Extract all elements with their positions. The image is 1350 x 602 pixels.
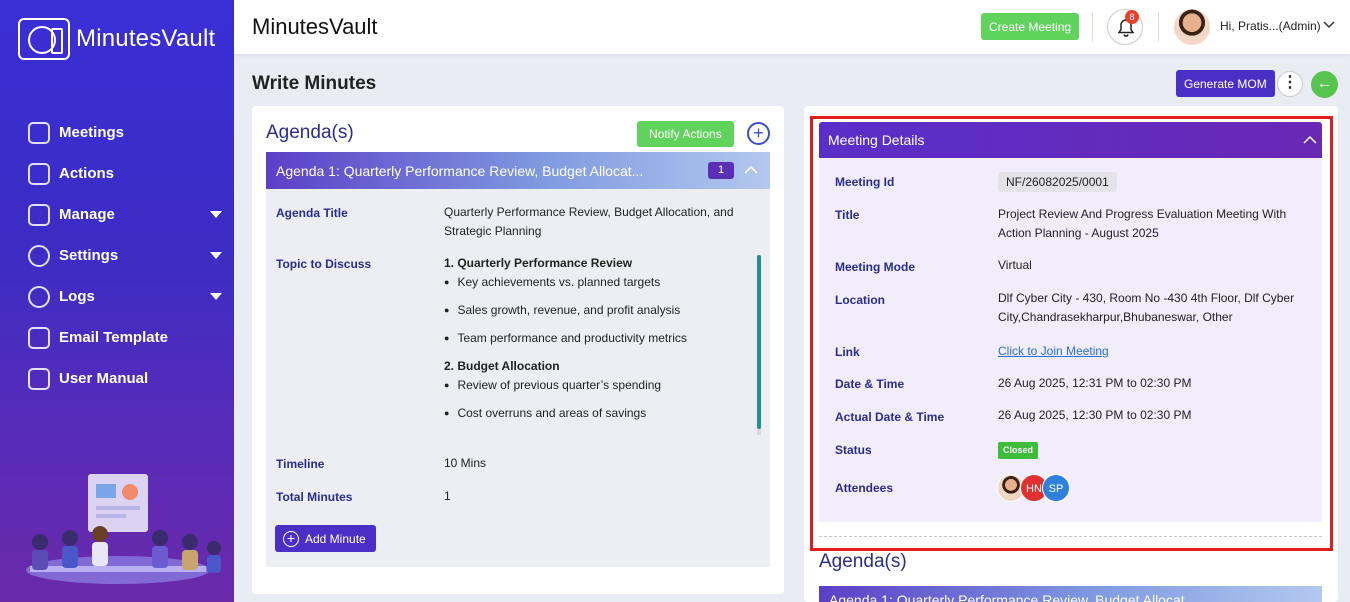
agenda-title-label: Agenda Title: [276, 206, 348, 220]
caret-down-icon: [210, 252, 222, 259]
agenda-count-badge: 1: [708, 162, 734, 179]
brand-name: MinutesVault: [76, 25, 216, 52]
sidebar-item-label: Settings: [59, 247, 119, 264]
list-item: ● Sales growth, revenue, and profit analy…: [444, 303, 681, 317]
total-minutes-label: Total Minutes: [276, 490, 353, 504]
book-icon: [28, 367, 50, 390]
vault-logo-icon: [18, 18, 70, 60]
plus-circle-icon: +: [283, 530, 299, 547]
chevron-down-icon[interactable]: [1322, 18, 1336, 32]
agenda-details: Agenda Title Quarterly Performance Revie…: [266, 189, 770, 567]
sidebar-item-user-manual[interactable]: User Manual: [28, 358, 228, 399]
sidebar: MinutesVault Meetings Actions Manage Set…: [0, 0, 234, 602]
meeting-illustration: [26, 474, 221, 584]
chevron-up-icon[interactable]: [744, 164, 758, 176]
sidebar-item-label: User Manual: [59, 370, 149, 387]
topic-label: Topic to Discuss: [276, 257, 372, 271]
timeline-label: Timeline: [276, 457, 325, 471]
sidebar-item-label: Email Template: [59, 329, 168, 346]
sidebar-item-settings[interactable]: Settings: [28, 235, 228, 276]
sidebar-item-manage[interactable]: Manage: [28, 194, 228, 235]
more-options-icon[interactable]: ⋮: [1277, 71, 1303, 97]
highlight-frame: [810, 116, 1333, 551]
page-title: Write Minutes: [252, 73, 377, 94]
sidebar-item-actions[interactable]: Actions: [28, 153, 228, 194]
list-item: ● Key achievements vs. planned targets: [444, 275, 661, 289]
actions-icon: [28, 162, 50, 185]
caret-down-icon: [210, 293, 222, 300]
app-title: MinutesVault: [252, 14, 378, 39]
agenda-card: Agenda(s) Notify Actions + Agenda 1: Qua…: [252, 106, 784, 594]
total-minutes-value: 1: [444, 489, 451, 503]
timeline-value: 10 Mins: [444, 456, 487, 470]
sidebar-item-label: Meetings: [59, 124, 125, 141]
list-item: ● Review of previous quarter’s spending: [444, 378, 662, 392]
history-icon: [28, 285, 50, 308]
sidebar-item-email-template[interactable]: Email Template: [28, 317, 228, 358]
back-arrow-icon[interactable]: ←: [1311, 71, 1338, 98]
sidebar-item-label: Manage: [59, 206, 115, 223]
agenda-heading: Agenda(s): [266, 122, 354, 143]
list-item: ● Cost overruns and areas of savings: [444, 406, 647, 420]
add-agenda-icon[interactable]: +: [747, 122, 770, 145]
notification-count-badge: 8: [1125, 10, 1139, 24]
meetings-icon: [28, 121, 50, 144]
topic-heading: 2. Budget Allocation: [444, 359, 560, 373]
manage-icon: [28, 203, 50, 226]
caret-down-icon: [210, 211, 222, 218]
user-avatar[interactable]: [1174, 9, 1210, 45]
brand-logo[interactable]: MinutesVault: [18, 18, 215, 60]
top-bar: MinutesVault Create Meeting 8 Hi, Pratis…: [234, 0, 1350, 54]
agenda-accordion-header[interactable]: Agenda 1: Quarterly Performance Review, …: [819, 586, 1322, 602]
agenda-accordion-header[interactable]: Agenda 1: Quarterly Performance Review, …: [266, 152, 770, 189]
divider: [1158, 12, 1159, 42]
notify-actions-button[interactable]: Notify Actions: [637, 121, 734, 147]
gear-icon: [28, 244, 50, 267]
topic-heading: 1. Quarterly Performance Review: [444, 256, 633, 270]
add-minute-label: Add Minute: [305, 531, 366, 546]
sidebar-item-label: Actions: [59, 165, 115, 182]
agenda-title-value: Quarterly Performance Review, Budget All…: [444, 205, 734, 238]
generate-mom-button[interactable]: Generate MOM: [1176, 70, 1275, 97]
sidebar-nav: Meetings Actions Manage Settings Logs Em…: [28, 112, 228, 399]
create-meeting-button[interactable]: Create Meeting: [981, 13, 1080, 40]
agenda-accordion-title: Agenda 1: Quarterly Performance Review, …: [276, 162, 644, 179]
divider: [1092, 12, 1093, 42]
notifications-button[interactable]: 8: [1107, 9, 1143, 45]
add-minute-button[interactable]: + Add Minute: [275, 525, 376, 552]
sidebar-item-meetings[interactable]: Meetings: [28, 112, 228, 153]
scrollbar-thumb[interactable]: [757, 255, 761, 429]
agenda-heading: Agenda(s): [819, 551, 907, 572]
email-icon: [28, 326, 50, 349]
sidebar-item-logs[interactable]: Logs: [28, 276, 228, 317]
user-greeting[interactable]: Hi, Pratis...(Admin): [1220, 19, 1321, 33]
sidebar-item-label: Logs: [59, 288, 95, 305]
topic-content: 1. Quarterly Performance Review ● Key ach…: [444, 254, 754, 432]
list-item: ● Team performance and productivity metri…: [444, 331, 687, 345]
